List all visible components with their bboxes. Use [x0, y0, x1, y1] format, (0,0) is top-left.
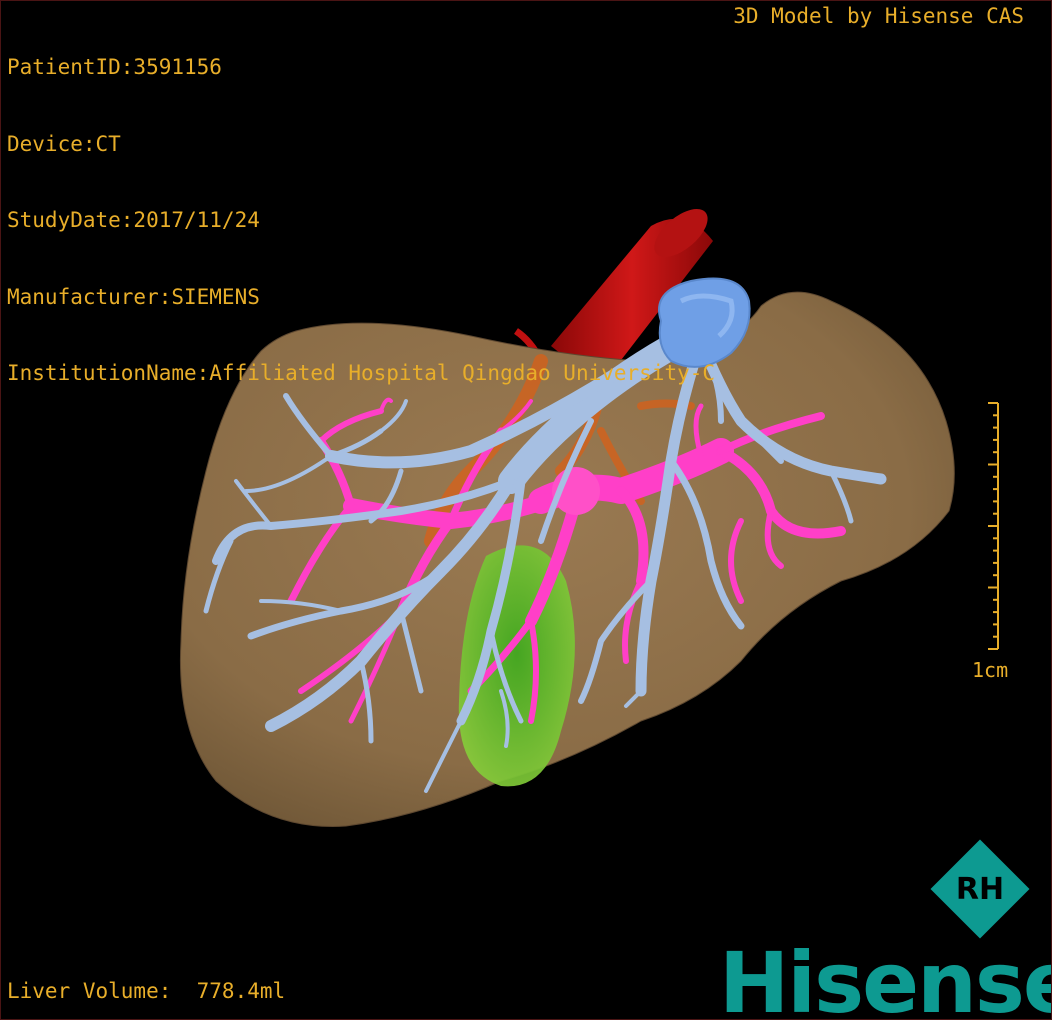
scale-bar [988, 402, 999, 650]
institution-name: InstitutionName:Affiliated Hospital Qing… [7, 361, 716, 385]
liver-volume-readout: Liver Volume: 778.4ml [7, 979, 286, 1003]
manufacturer: Manufacturer:SIEMENS [7, 284, 260, 309]
scale-bar-label: 1cm [972, 658, 1009, 682]
patient-id: PatientID:3591156 [7, 55, 222, 79]
study-date: StudyDate:2017/11/24 [7, 208, 260, 232]
rh-badge-icon: RH [930, 839, 1030, 939]
hisense-logo: Hisense [719, 934, 1052, 1020]
device: Device:CT [7, 131, 121, 156]
patient-info-block: PatientID:3591156 Device:CT StudyDate:20… [7, 4, 715, 438]
model-credit: 3D Model by Hisense CAS [733, 4, 1024, 28]
3d-viewport[interactable]: PatientID:3591156 Device:CT StudyDate:20… [0, 0, 1052, 1020]
